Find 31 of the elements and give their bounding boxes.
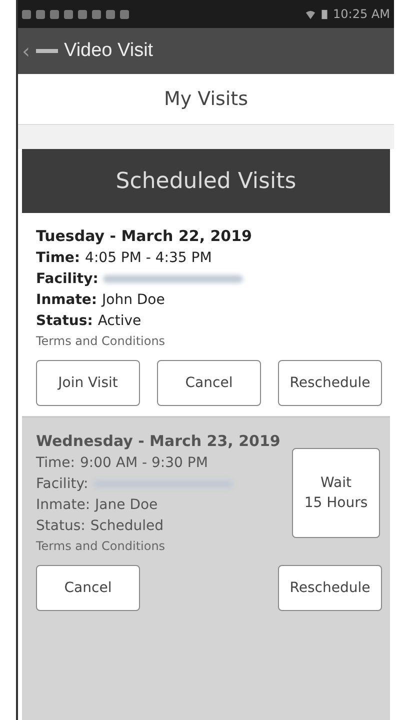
visit-button[interactable]: Join Visit xyxy=(36,360,140,406)
field-label: Inmate: xyxy=(36,497,90,513)
visit-button[interactable]: Cancel xyxy=(36,565,140,611)
visit-date: Tuesday - March 22, 2019 xyxy=(36,227,252,245)
field-value: Scheduled xyxy=(90,518,164,534)
wifi-icon xyxy=(305,8,316,20)
battery-icon xyxy=(319,8,330,20)
terms-link[interactable]: Terms and Conditions xyxy=(36,539,280,553)
field-label: Time: xyxy=(36,455,75,471)
terms-link[interactable]: Terms and Conditions xyxy=(36,334,252,348)
field-value: 4:05 PM - 4:35 PM xyxy=(85,250,212,266)
field-value: Jane Doe xyxy=(95,497,158,513)
field-value: John Doe xyxy=(102,292,165,308)
field-value: 9:00 AM - 9:30 PM xyxy=(80,455,208,471)
app-title: Video Visit xyxy=(64,40,154,62)
visit-button[interactable]: Reschedule xyxy=(278,565,382,611)
field-label: Inmate: xyxy=(36,292,97,308)
field-label: Facility: xyxy=(36,271,98,287)
wait-text: Wait xyxy=(320,474,352,490)
field-label: Status: xyxy=(36,313,93,329)
field-label: Time: xyxy=(36,250,80,266)
clock-text: 10:25 AM xyxy=(333,7,390,21)
wait-text: 15 Hours xyxy=(304,494,368,510)
logo-icon xyxy=(36,49,58,53)
visit-button[interactable]: Cancel xyxy=(157,360,261,406)
field-value: Active xyxy=(98,313,142,329)
field-label: Facility: xyxy=(36,476,88,492)
visit-button[interactable]: Reschedule xyxy=(278,360,382,406)
visit-date: Wednesday - March 23, 2019 xyxy=(36,432,280,450)
section-header: Scheduled Visits xyxy=(22,149,390,213)
field-label: Status: xyxy=(36,518,86,534)
